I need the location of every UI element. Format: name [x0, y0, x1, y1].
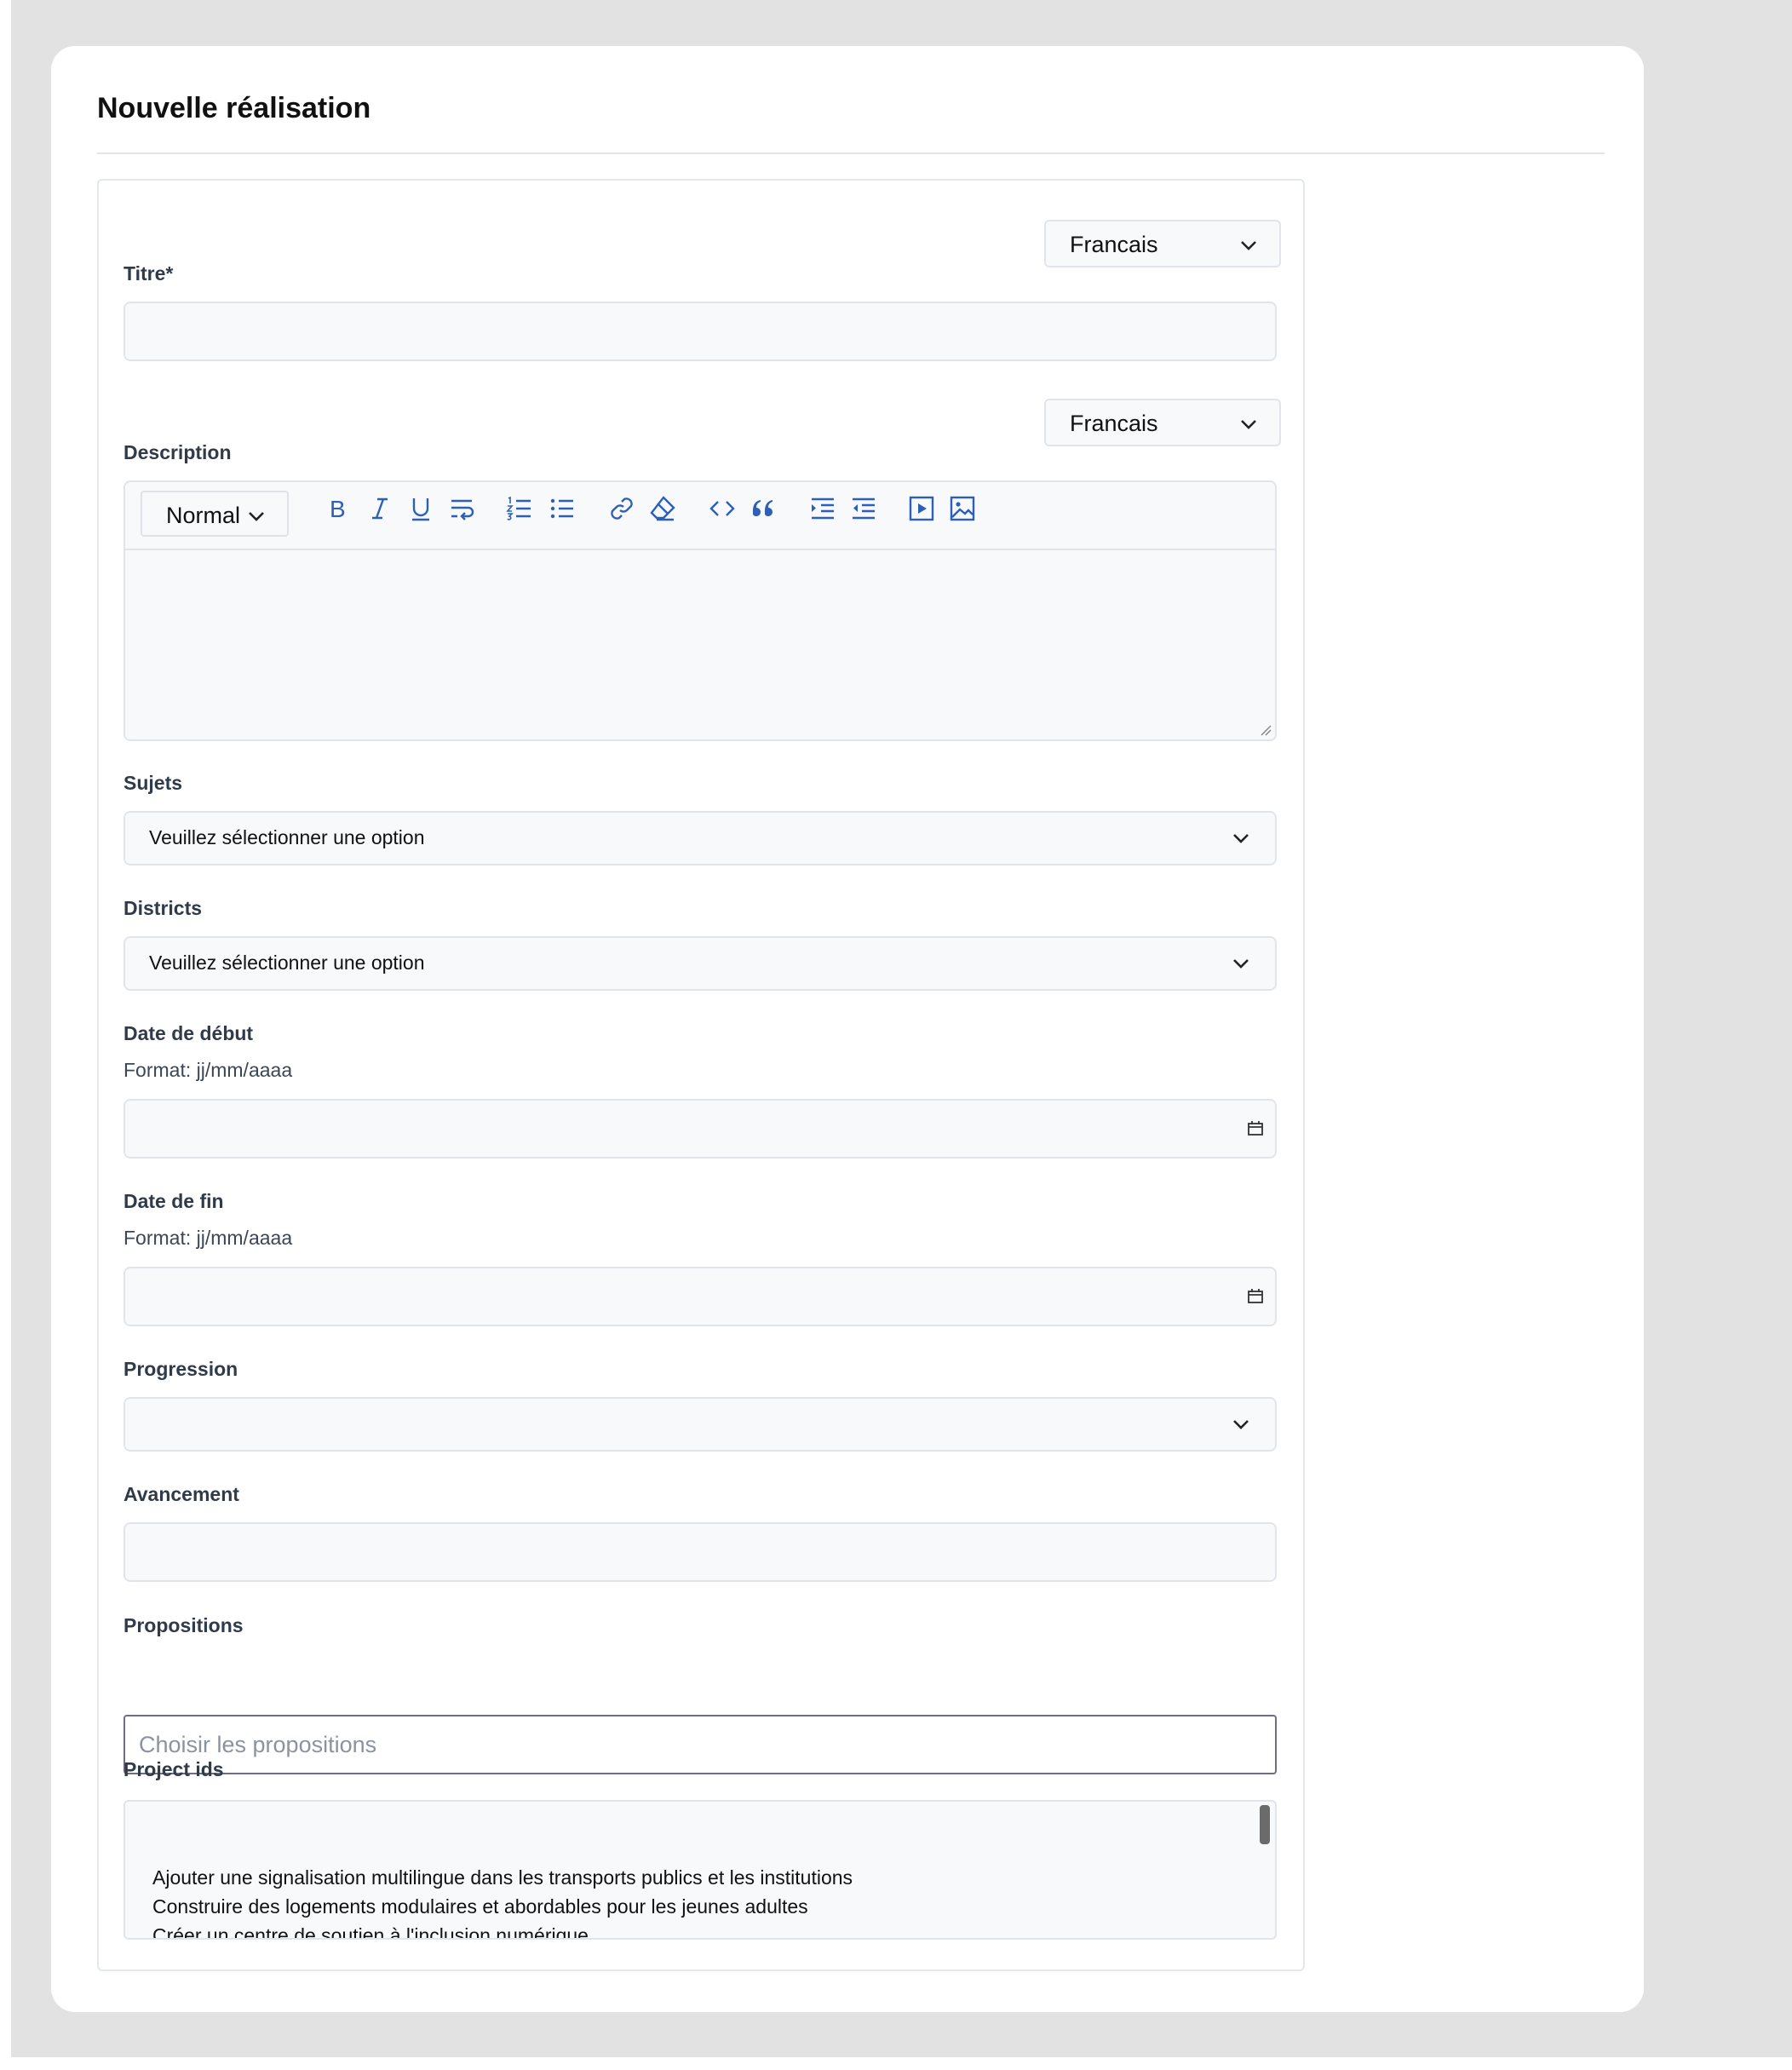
- project-ids-listbox[interactable]: Ajouter une signalisation multilingue da…: [123, 1800, 1277, 1940]
- date-debut-input[interactable]: [123, 1099, 1277, 1159]
- underline-icon[interactable]: [406, 494, 435, 523]
- date-fin-label: Date de fin: [123, 1190, 224, 1212]
- form-card: Nouvelle réalisation Francais Titre* Fra…: [51, 46, 1644, 2012]
- titre-language-value: Francais: [1070, 232, 1158, 257]
- date-fin-input[interactable]: [123, 1267, 1277, 1326]
- description-language-select[interactable]: Francais: [1044, 399, 1281, 446]
- sujets-select-value: Veuillez sélectionner une option: [149, 826, 425, 848]
- bold-icon[interactable]: B: [323, 494, 352, 523]
- italic-icon[interactable]: [365, 494, 394, 523]
- titre-label: Titre*: [123, 262, 174, 285]
- link-icon[interactable]: [607, 494, 636, 523]
- svg-text:B: B: [330, 496, 346, 522]
- sujets-select[interactable]: Veuillez sélectionner une option: [123, 811, 1277, 865]
- ordered-list-icon[interactable]: [505, 494, 534, 523]
- avancement-input[interactable]: [123, 1522, 1277, 1582]
- resize-grip-icon[interactable]: [1260, 724, 1272, 736]
- strikethrough-icon[interactable]: [447, 494, 476, 523]
- page-title: Nouvelle réalisation: [97, 92, 371, 124]
- districts-select[interactable]: Veuillez sélectionner une option: [123, 936, 1277, 991]
- districts-select-value: Veuillez sélectionner une option: [149, 952, 425, 974]
- chevron-down-icon: [1233, 1420, 1249, 1429]
- list-item[interactable]: Construire des logements modulaires et a…: [152, 1895, 808, 1918]
- list-item[interactable]: Ajouter une signalisation multilingue da…: [152, 1866, 853, 1889]
- sujets-label: Sujets: [123, 772, 183, 794]
- chevron-down-icon: [1233, 959, 1249, 969]
- scrollbar[interactable]: [1260, 1805, 1270, 1844]
- project-ids-label: Project ids: [123, 1758, 224, 1780]
- date-fin-hint: Format: jj/mm/aaaa: [123, 1227, 293, 1249]
- date-debut-hint: Format: jj/mm/aaaa: [123, 1059, 293, 1081]
- editor-toolbar: Normal B: [125, 482, 1275, 550]
- bullet-list-icon[interactable]: [548, 494, 577, 523]
- list-item[interactable]: Créer un centre de soutien à l'inclusion…: [152, 1924, 589, 1938]
- progression-select[interactable]: [123, 1397, 1277, 1452]
- clear-format-icon[interactable]: [648, 494, 677, 523]
- titre-input[interactable]: [123, 302, 1277, 361]
- districts-label: Districts: [123, 897, 203, 919]
- progression-label: Progression: [123, 1358, 238, 1380]
- divider: [97, 152, 1605, 154]
- form-container: Francais Titre* Francais Description Nor…: [97, 179, 1305, 1971]
- code-icon[interactable]: [708, 494, 737, 523]
- description-label: Description: [123, 441, 232, 463]
- calendar-icon[interactable]: [1246, 1119, 1265, 1138]
- chevron-down-icon: [1241, 241, 1256, 250]
- propositions-input[interactable]: [137, 1727, 1248, 1762]
- avancement-label: Avancement: [123, 1483, 239, 1505]
- description-editor[interactable]: Normal B: [123, 480, 1277, 741]
- chevron-down-icon: [249, 512, 264, 521]
- video-icon[interactable]: [907, 494, 936, 523]
- chevron-down-icon: [1241, 420, 1256, 429]
- quote-icon[interactable]: [749, 494, 778, 523]
- chevron-down-icon: [1233, 834, 1249, 843]
- calendar-icon[interactable]: [1246, 1287, 1265, 1306]
- format-select-value: Normal: [166, 503, 241, 528]
- description-language-value: Francais: [1070, 411, 1158, 436]
- propositions-input-wrapper: [123, 1715, 1277, 1774]
- propositions-label: Propositions: [123, 1614, 244, 1636]
- image-icon[interactable]: [948, 494, 977, 523]
- indent-icon[interactable]: [808, 494, 837, 523]
- titre-language-select[interactable]: Francais: [1044, 220, 1281, 267]
- outdent-icon[interactable]: [849, 494, 878, 523]
- date-debut-label: Date de début: [123, 1022, 254, 1044]
- format-select[interactable]: Normal: [141, 491, 289, 537]
